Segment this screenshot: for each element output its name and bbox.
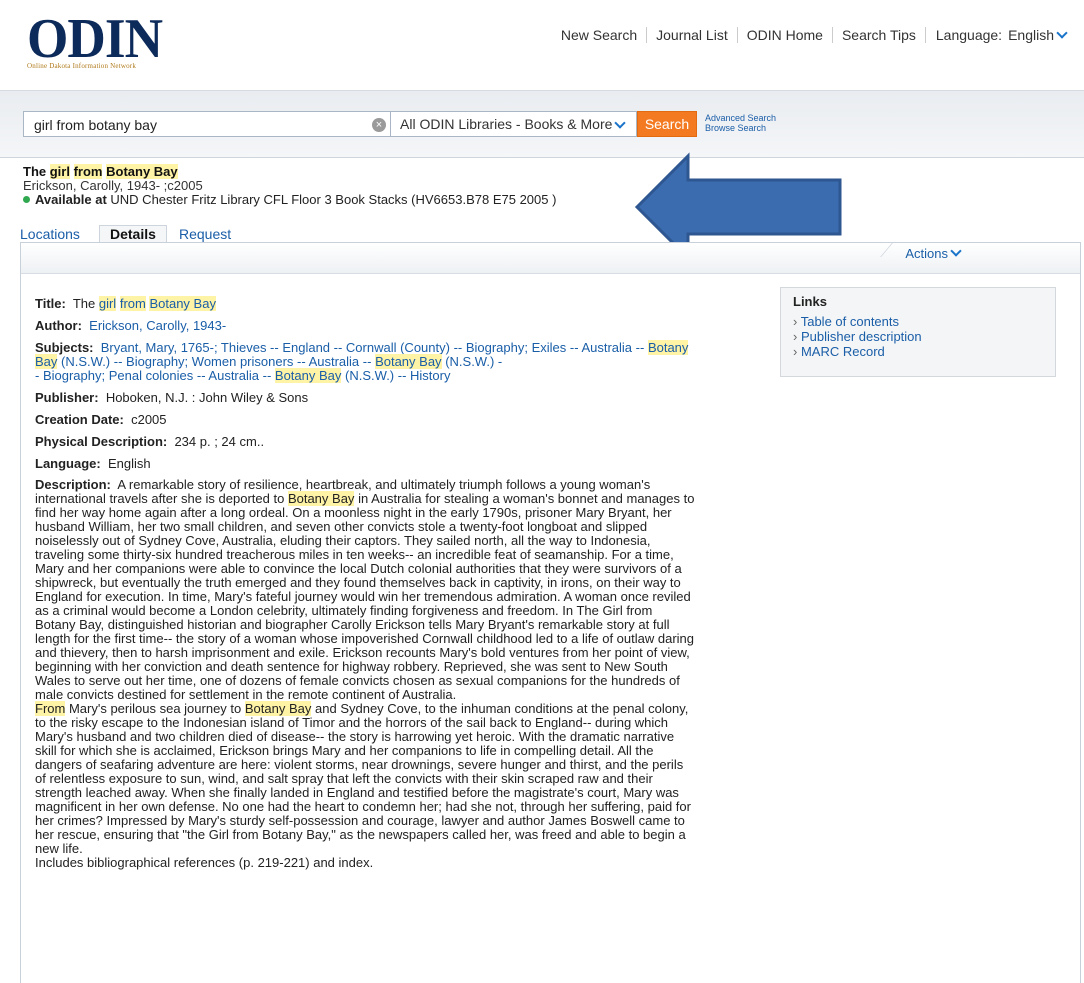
link-publisher-description[interactable]: Publisher description	[793, 329, 1043, 344]
physical-value: 234 p. ; 24 cm..	[174, 434, 265, 449]
links-box: Links Table of contents Publisher descri…	[780, 287, 1056, 377]
field-label: Subjects:	[35, 340, 94, 355]
field-label: Author:	[35, 318, 82, 333]
record-title[interactable]: The girl from Botany Bay	[23, 164, 556, 179]
field-label: Description:	[35, 477, 111, 492]
publisher-value: Hoboken, N.J. : John Wiley & Sons	[105, 390, 309, 405]
logo-text: ODIN	[27, 8, 163, 70]
search-scope-select[interactable]: All ODIN Libraries - Books & More	[391, 111, 637, 137]
detail-author-row: Author: Erickson, Carolly, 1943-	[35, 319, 695, 333]
nav-search-tips[interactable]: Search Tips	[831, 27, 925, 43]
subject-highlight: Botany Bay	[375, 354, 442, 369]
field-label: Publisher:	[35, 390, 99, 405]
page-header: ODIN Online Dakota Information Network N…	[0, 0, 1084, 90]
description-highlight: Botany Bay	[287, 491, 355, 506]
description-highlight: From	[35, 701, 66, 716]
language-label: Language:	[924, 27, 1008, 43]
brief-record: The girl from Botany Bay Erickson, Carol…	[23, 164, 556, 207]
detail-title-row: Title: The girl from Botany Bay	[35, 296, 695, 311]
tab-locations[interactable]: Locations	[20, 226, 80, 242]
search-bar: × All ODIN Libraries - Books & More Sear…	[0, 90, 1084, 158]
description-text: in Australia for stealing a woman's bonn…	[35, 491, 695, 702]
panel-toolbar: Actions	[21, 243, 1080, 274]
detail-creation-row: Creation Date: c2005	[35, 413, 695, 427]
details-content: Title: The girl from Botany Bay Author: …	[35, 296, 695, 870]
tab-request[interactable]: Request	[179, 226, 231, 242]
chevron-down-icon	[1056, 27, 1068, 39]
title-highlight[interactable]: Botany Bay	[149, 296, 216, 311]
search-button[interactable]: Search	[637, 111, 697, 137]
nav-odin-home[interactable]: ODIN Home	[736, 27, 832, 43]
field-label: Language:	[35, 456, 101, 471]
title-highlight: Botany Bay	[106, 164, 178, 179]
detail-description: Description: A remarkable story of resil…	[35, 478, 695, 870]
links-heading: Links	[793, 294, 827, 309]
description-highlight: Botany Bay	[244, 701, 312, 716]
advanced-links: Advanced Search Browse Search	[705, 113, 776, 133]
odin-logo[interactable]: ODIN Online Dakota Information Network	[27, 8, 169, 70]
language-selector[interactable]: English	[1008, 27, 1068, 43]
detail-physical-row: Physical Description: 234 p. ; 24 cm..	[35, 435, 695, 449]
chevron-down-icon	[614, 117, 626, 129]
record-author: Erickson, Carolly, 1943- ;c2005	[23, 178, 203, 193]
nav-journal-list[interactable]: Journal List	[646, 27, 737, 43]
chevron-down-icon	[950, 245, 962, 257]
link-table-of-contents[interactable]: Table of contents	[793, 314, 1043, 329]
subject-text: Bryant, Mary, 1765-; Thieves -- England …	[100, 340, 579, 355]
search-scope-value: All ODIN Libraries - Books & More	[400, 116, 613, 132]
title-highlight[interactable]: girl	[98, 296, 117, 311]
field-label: Physical Description:	[35, 434, 168, 449]
language-value: English	[107, 456, 151, 471]
search-input[interactable]	[23, 111, 391, 137]
nav-new-search[interactable]: New Search	[552, 27, 646, 43]
subject-text: (N.S.W.) -- History	[345, 368, 451, 383]
available-status-icon	[23, 196, 30, 203]
availability-status[interactable]: Available at UND Chester Fritz Library C…	[23, 193, 556, 207]
description-text: Includes bibliographical references (p. …	[35, 855, 374, 870]
field-label: Creation Date:	[35, 412, 124, 427]
description-text: Mary's perilous sea journey to	[68, 701, 242, 716]
subject-text: (N.S.W.) -	[445, 354, 503, 369]
field-label: Title:	[35, 296, 66, 311]
detail-publisher-row: Publisher: Hoboken, N.J. : John Wiley & …	[35, 391, 695, 405]
description-text: and Sydney Cove, to the inhuman conditio…	[35, 701, 691, 856]
actions-menu[interactable]: Actions	[905, 245, 962, 261]
language-value: English	[1008, 27, 1054, 43]
detail-subjects-row: Subjects: Bryant, Mary, 1765-; Thieves -…	[35, 340, 695, 383]
details-panel: Actions Title: The girl from Botany Bay …	[20, 242, 1081, 983]
title-highlight: from	[73, 164, 103, 179]
subject-text: - Biography; Penal colonies -- Australia…	[35, 368, 272, 383]
subject-highlight: Botany Bay	[274, 368, 342, 383]
actions-label: Actions	[905, 246, 948, 261]
link-marc-record[interactable]: MARC Record	[793, 344, 1043, 359]
creation-value: c2005	[131, 412, 167, 427]
author-link[interactable]: Erickson, Carolly, 1943-	[89, 318, 226, 333]
tab-details[interactable]: Details	[99, 225, 167, 243]
available-location: UND Chester Fritz Library CFL Floor 3 Bo…	[110, 192, 557, 207]
clear-search-icon[interactable]: ×	[372, 118, 386, 132]
title-text: The	[23, 164, 50, 179]
browse-search-link[interactable]: Browse Search	[705, 123, 776, 133]
subject-text: Australia --	[581, 340, 645, 355]
advanced-search-link[interactable]: Advanced Search	[705, 113, 776, 123]
title-value: The	[72, 296, 96, 311]
subject-text: (N.S.W.) -- Biography; Women prisoners -…	[61, 354, 372, 369]
subjects-links[interactable]: Bryant, Mary, 1765-; Thieves -- England …	[35, 340, 689, 383]
available-label: Available at	[35, 192, 107, 207]
detail-language-row: Language: English	[35, 457, 695, 471]
title-highlight: girl	[49, 164, 70, 179]
top-navigation: New Search Journal List ODIN Home Search…	[552, 27, 1068, 43]
title-highlight[interactable]: from	[119, 296, 146, 311]
